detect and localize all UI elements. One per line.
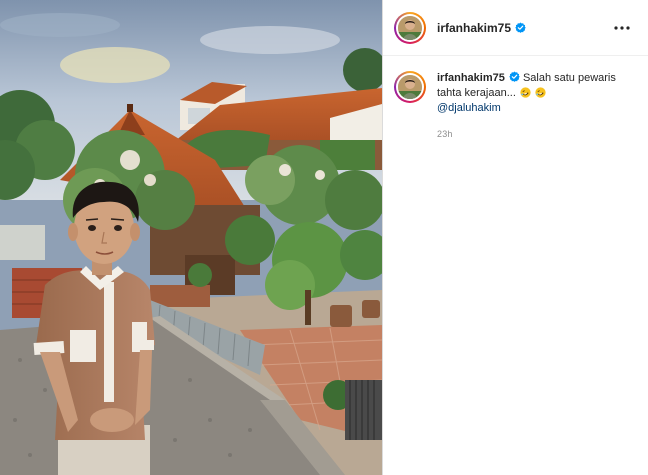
post-photo[interactable] (0, 0, 382, 475)
avatar-portrait-icon (398, 75, 422, 99)
verified-badge-icon (515, 22, 526, 33)
avatar-image (398, 75, 422, 99)
rolling-laughing-emoji-icon (535, 87, 546, 98)
caption-avatar[interactable] (394, 71, 426, 103)
caption-row: irfanhakim75 Salah satu pewaris tahta ke… (383, 56, 648, 142)
author-avatar[interactable] (394, 11, 426, 44)
avatar-ring (396, 13, 424, 42)
more-options-icon (614, 25, 630, 30)
avatar-ring (396, 73, 424, 101)
post-photo-image (0, 0, 382, 475)
instagram-post: irfanhakim75 irfanhakim75 Salah satu pew… (0, 0, 648, 475)
post-timestamp[interactable]: 23h (437, 127, 634, 142)
rolling-laughing-emoji-icon (520, 87, 531, 98)
post-header: irfanhakim75 (383, 0, 648, 56)
verified-badge-icon (509, 71, 520, 82)
avatar-portrait-icon (398, 15, 422, 40)
caption-username[interactable]: irfanhakim75 (437, 72, 505, 84)
post-side-panel: irfanhakim75 irfanhakim75 Salah satu pew… (382, 0, 648, 475)
caption-body: irfanhakim75 Salah satu pewaris tahta ke… (437, 71, 634, 142)
header-username[interactable]: irfanhakim75 (437, 21, 511, 35)
caption-mention-link[interactable]: @djaluhakim (437, 101, 634, 116)
more-options-button[interactable] (610, 16, 634, 40)
avatar-image (398, 15, 422, 40)
